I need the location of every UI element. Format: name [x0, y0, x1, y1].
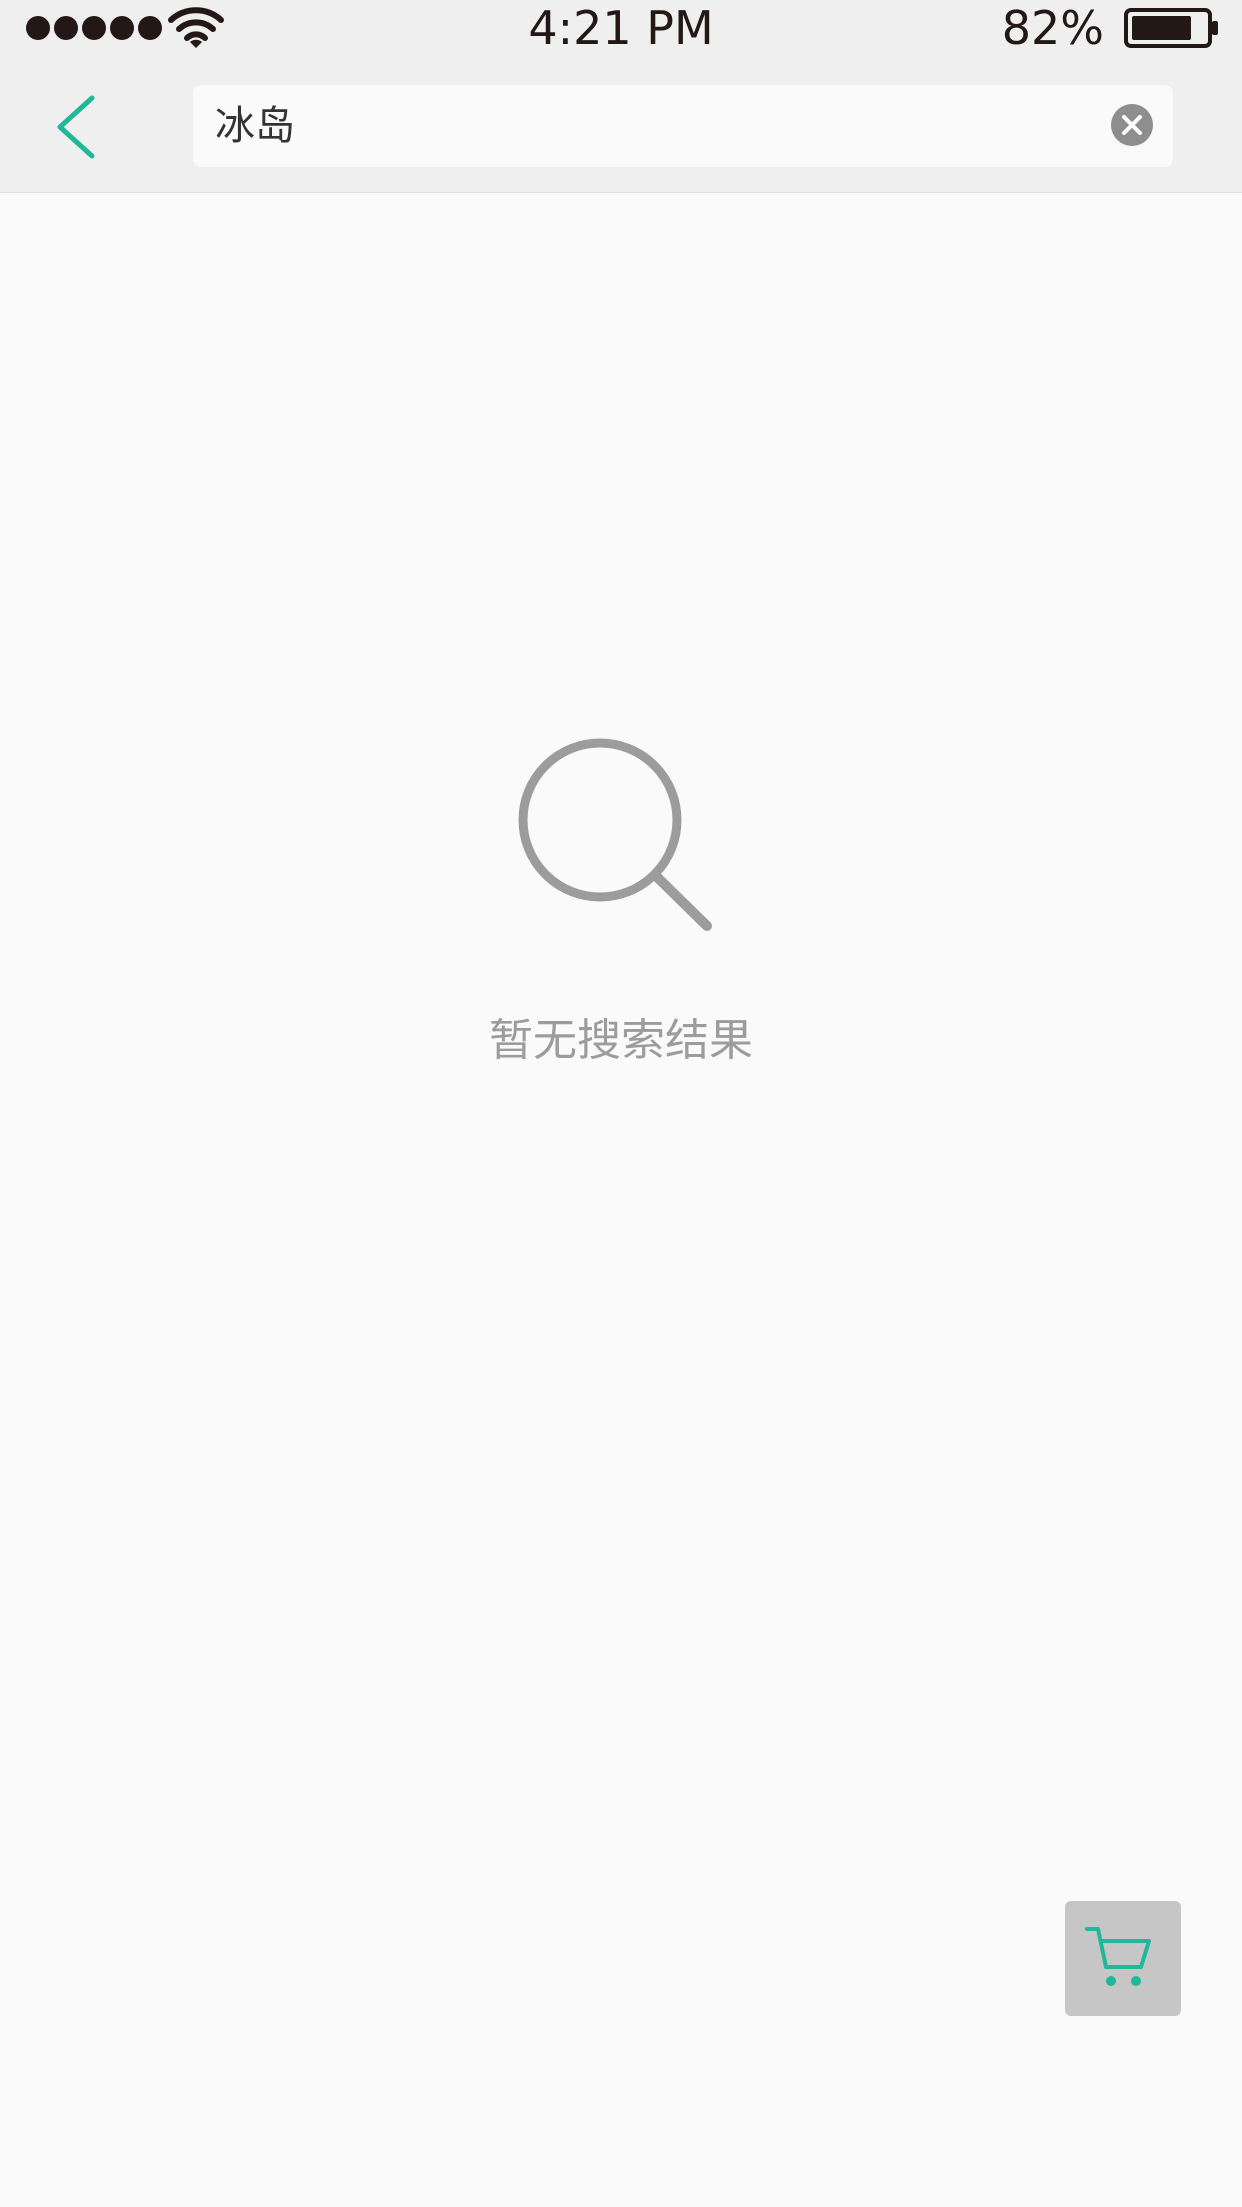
search-header: 冰岛: [0, 58, 1242, 193]
status-bar: 4:21 PM 82%: [0, 0, 1242, 58]
empty-result-message: 暂无搜索结果: [489, 1015, 753, 1066]
battery-icon: [1124, 8, 1218, 48]
screen: 4:21 PM 82% 冰岛 暂无搜索结果: [0, 0, 1242, 2207]
search-input-value: 冰岛: [215, 103, 295, 149]
cart-icon: [1085, 1927, 1151, 1986]
clear-circle-icon[interactable]: [1111, 104, 1153, 146]
cart-button[interactable]: [1065, 1901, 1181, 2016]
battery-percent: 82%: [1001, 1, 1104, 55]
back-button[interactable]: [48, 92, 108, 162]
search-input[interactable]: 冰岛: [193, 85, 1173, 167]
search-icon: [518, 738, 712, 931]
